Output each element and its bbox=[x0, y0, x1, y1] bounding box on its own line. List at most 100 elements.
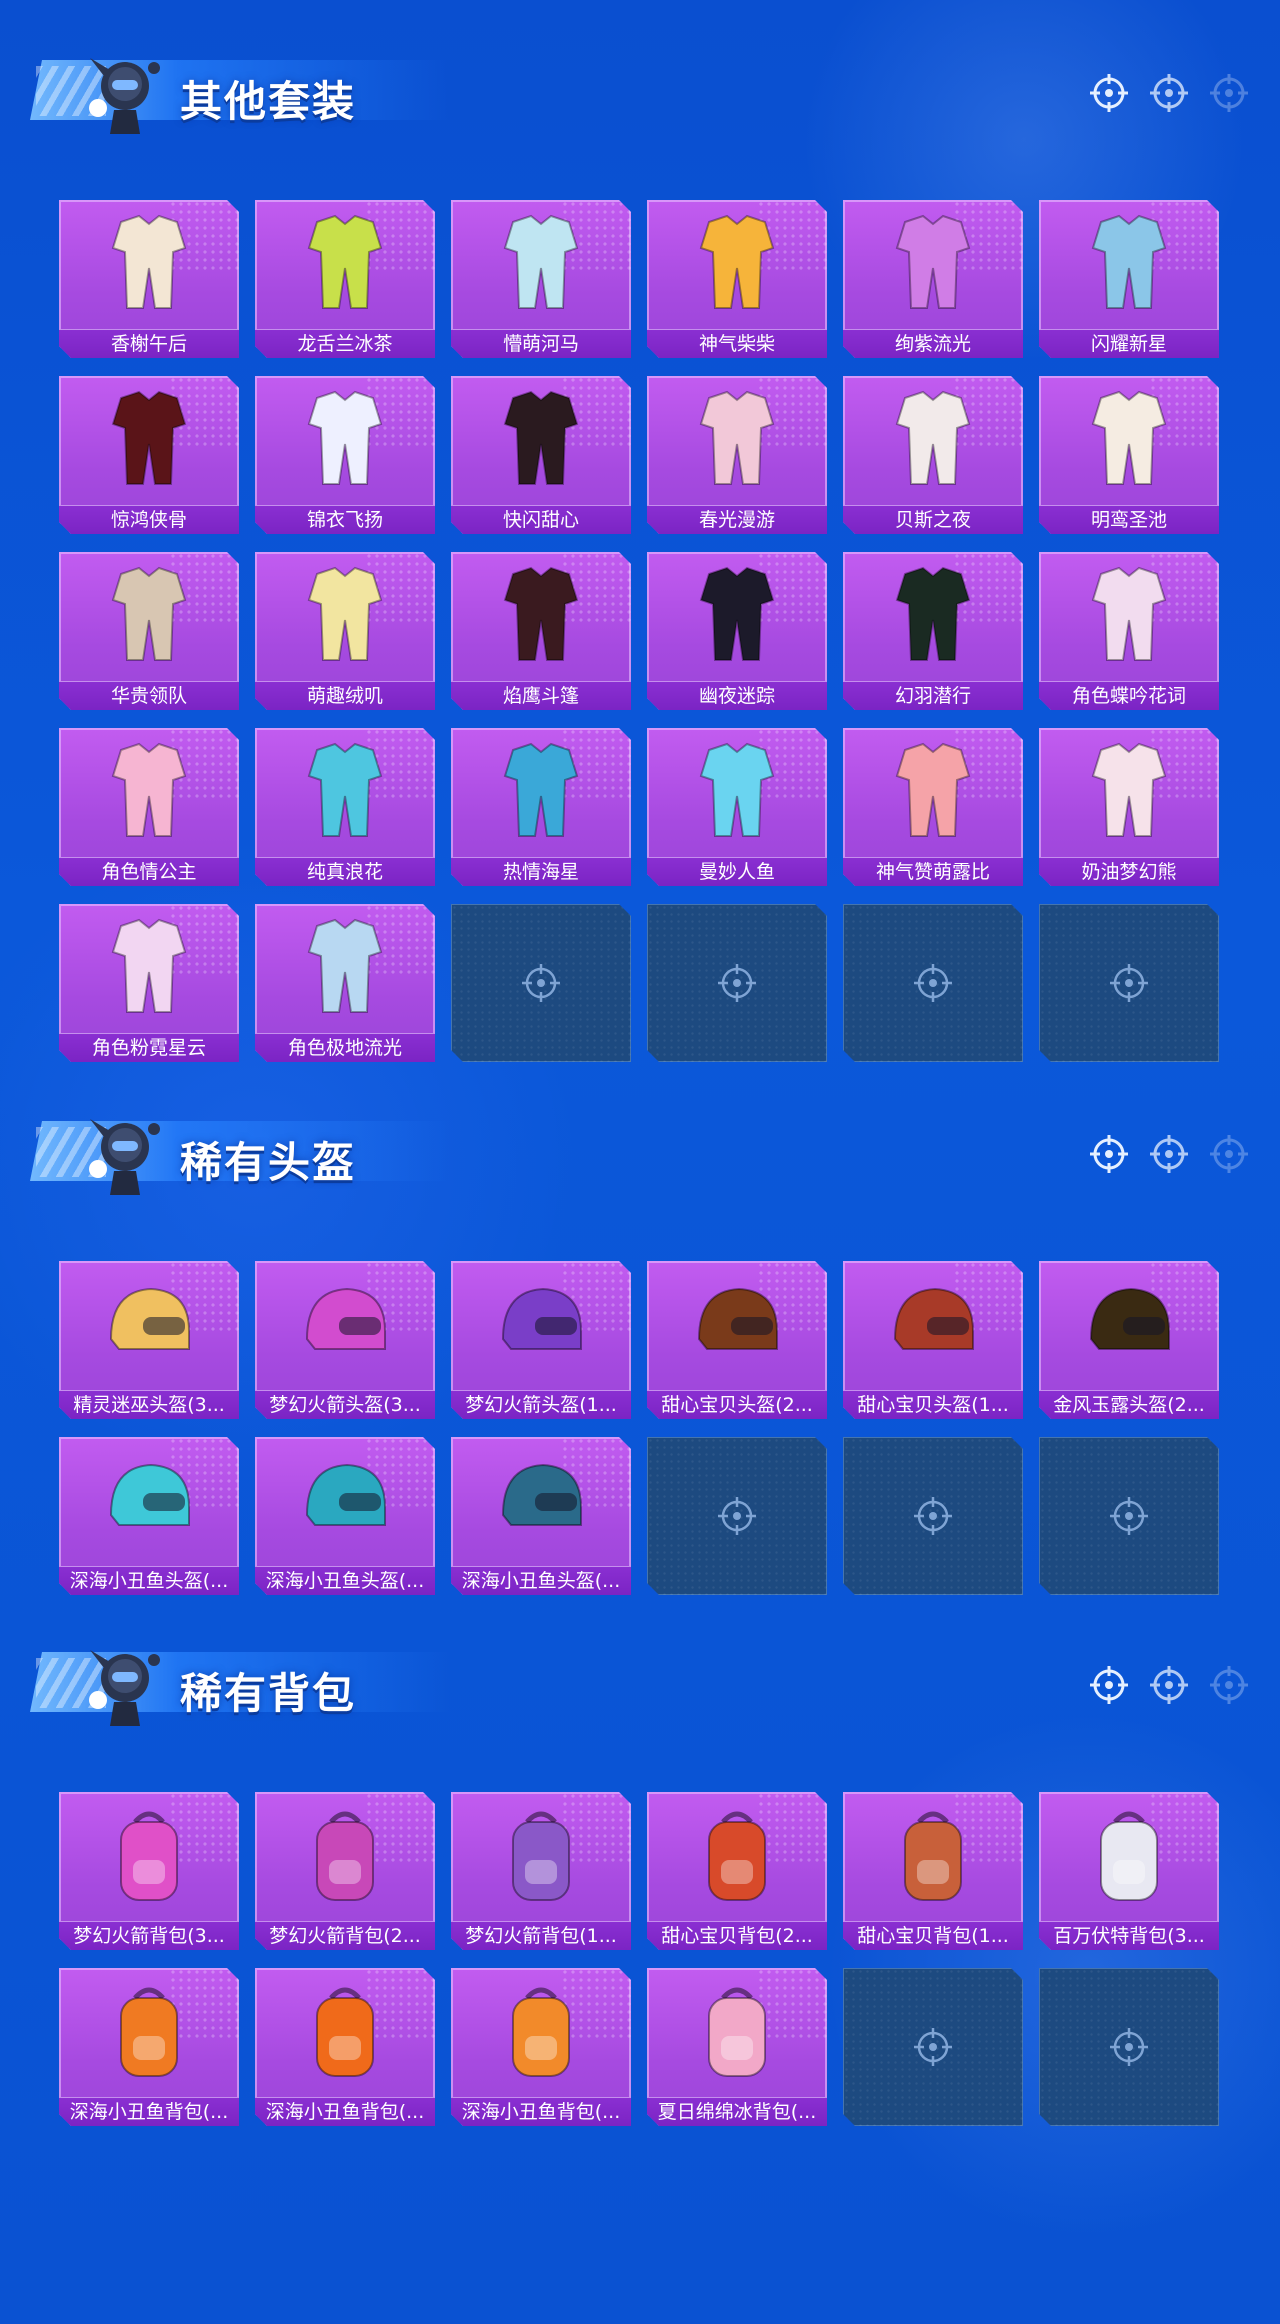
item-card-label: 锦衣飞扬 bbox=[255, 505, 435, 534]
item-card-label: 萌趣绒叽 bbox=[255, 681, 435, 710]
item-card-label: 神气赞萌露比 bbox=[843, 857, 1023, 886]
item-card[interactable]: 懵萌河马 bbox=[451, 200, 631, 358]
item-card[interactable]: 锦衣飞扬 bbox=[255, 376, 435, 534]
item-card[interactable]: 幽夜迷踪 bbox=[647, 552, 827, 710]
item-card[interactable]: 奶油梦幻熊 bbox=[1039, 728, 1219, 886]
outfit-icon bbox=[699, 214, 775, 309]
item-card[interactable]: 金风玉露头盔(2... bbox=[1039, 1261, 1219, 1419]
item-card-label: 梦幻火箭背包(3... bbox=[59, 1921, 239, 1950]
item-card[interactable]: 华贵领队 bbox=[59, 552, 239, 710]
outfit-icon bbox=[895, 742, 971, 837]
item-card[interactable]: 角色粉霓星云 bbox=[59, 904, 239, 1062]
section-other-outfits: 其他套装 香榭午后 龙舌兰冰茶 懵萌河马 神气柴柴 绚紫流光 闪耀新星 惊鸿侠骨 锦衣飞扬 快闪… bbox=[0, 30, 1280, 1062]
backpack-icon bbox=[120, 1987, 178, 2077]
helmet-icon bbox=[109, 1463, 190, 1526]
item-card[interactable]: 百万伏特背包(3... bbox=[1039, 1792, 1219, 1950]
item-card[interactable]: 闪耀新星 bbox=[1039, 200, 1219, 358]
section-title: 稀有背包 bbox=[180, 1669, 357, 1718]
item-card[interactable]: 精灵迷巫头盔(3... bbox=[59, 1261, 239, 1419]
item-card[interactable]: 梦幻火箭头盔(3... bbox=[255, 1261, 435, 1419]
reticle-icon bbox=[1150, 1135, 1188, 1173]
item-card[interactable]: 绚紫流光 bbox=[843, 200, 1023, 358]
empty-slot bbox=[1039, 1437, 1219, 1595]
item-card[interactable]: 春光漫游 bbox=[647, 376, 827, 534]
item-card[interactable]: 深海小丑鱼头盔(... bbox=[59, 1437, 239, 1595]
crosshair-icon bbox=[1110, 2028, 1148, 2066]
item-card[interactable]: 幻羽潜行 bbox=[843, 552, 1023, 710]
helmet-icon bbox=[501, 1287, 582, 1350]
item-card-label: 甜心宝贝背包(1... bbox=[843, 1921, 1023, 1950]
item-card[interactable]: 香榭午后 bbox=[59, 200, 239, 358]
item-card-label: 深海小丑鱼背包(... bbox=[59, 2097, 239, 2126]
item-card-label: 奶油梦幻熊 bbox=[1039, 857, 1219, 886]
item-card[interactable]: 角色极地流光 bbox=[255, 904, 435, 1062]
empty-slot bbox=[843, 904, 1023, 1062]
item-card-label: 惊鸿侠骨 bbox=[59, 505, 239, 534]
item-card-label: 神气柴柴 bbox=[647, 329, 827, 358]
item-card[interactable]: 快闪甜心 bbox=[451, 376, 631, 534]
item-card-label: 幻羽潜行 bbox=[843, 681, 1023, 710]
helmet-icon bbox=[501, 1463, 582, 1526]
item-card[interactable]: 焰鹰斗篷 bbox=[451, 552, 631, 710]
mascot-icon bbox=[89, 1650, 160, 1726]
outfit-icon bbox=[111, 918, 187, 1013]
item-card[interactable]: 深海小丑鱼背包(... bbox=[59, 1968, 239, 2126]
item-card[interactable]: 明鸾圣池 bbox=[1039, 376, 1219, 534]
item-card[interactable]: 夏日绵绵冰背包(... bbox=[647, 1968, 827, 2126]
item-card-label: 热情海星 bbox=[451, 857, 631, 886]
item-card-label: 金风玉露头盔(2... bbox=[1039, 1390, 1219, 1419]
outfit-icon bbox=[503, 390, 579, 485]
item-card[interactable]: 神气赞萌露比 bbox=[843, 728, 1023, 886]
item-card-label: 明鸾圣池 bbox=[1039, 505, 1219, 534]
item-card-label: 百万伏特背包(3... bbox=[1039, 1921, 1219, 1950]
item-card[interactable]: 梦幻火箭背包(1... bbox=[451, 1792, 631, 1950]
item-card-label: 角色极地流光 bbox=[255, 1033, 435, 1062]
helmet-icon bbox=[697, 1287, 778, 1350]
item-card-label: 曼妙人鱼 bbox=[647, 857, 827, 886]
outfit-icon bbox=[307, 742, 383, 837]
item-card-label: 幽夜迷踪 bbox=[647, 681, 827, 710]
outfit-icon bbox=[307, 390, 383, 485]
section-header: 稀有头盔 bbox=[0, 1091, 1280, 1211]
item-card[interactable]: 深海小丑鱼头盔(... bbox=[451, 1437, 631, 1595]
backpack-icon bbox=[708, 1987, 766, 2077]
item-card[interactable]: 角色蝶吟花词 bbox=[1039, 552, 1219, 710]
item-card[interactable]: 甜心宝贝头盔(1... bbox=[843, 1261, 1023, 1419]
reticle-icon bbox=[1210, 1666, 1248, 1704]
item-card-label: 梦幻火箭背包(1... bbox=[451, 1921, 631, 1950]
item-card[interactable]: 热情海星 bbox=[451, 728, 631, 886]
item-card[interactable]: 纯真浪花 bbox=[255, 728, 435, 886]
crosshair-icon bbox=[1110, 1497, 1148, 1535]
item-card[interactable]: 萌趣绒叽 bbox=[255, 552, 435, 710]
item-card[interactable]: 梦幻火箭背包(2... bbox=[255, 1792, 435, 1950]
item-card[interactable]: 角色情公主 bbox=[59, 728, 239, 886]
outfit-icon bbox=[307, 566, 383, 661]
crosshair-icon bbox=[914, 2028, 952, 2066]
reticle-icon bbox=[1210, 1135, 1248, 1173]
item-card[interactable]: 甜心宝贝头盔(2... bbox=[647, 1261, 827, 1419]
item-card[interactable]: 深海小丑鱼背包(... bbox=[255, 1968, 435, 2126]
item-card[interactable]: 梦幻火箭头盔(1... bbox=[451, 1261, 631, 1419]
item-card-label: 深海小丑鱼背包(... bbox=[451, 2097, 631, 2126]
item-card-label: 角色情公主 bbox=[59, 857, 239, 886]
backpack-icon bbox=[512, 1811, 570, 1901]
reticle-icon bbox=[1150, 1666, 1188, 1704]
item-card[interactable]: 惊鸿侠骨 bbox=[59, 376, 239, 534]
empty-slot bbox=[843, 1968, 1023, 2126]
item-card[interactable]: 深海小丑鱼背包(... bbox=[451, 1968, 631, 2126]
item-card[interactable]: 神气柴柴 bbox=[647, 200, 827, 358]
item-card[interactable]: 梦幻火箭背包(3... bbox=[59, 1792, 239, 1950]
crosshair-icon bbox=[522, 964, 560, 1002]
backpack-icon bbox=[1100, 1811, 1158, 1901]
item-card[interactable]: 甜心宝贝背包(2... bbox=[647, 1792, 827, 1950]
empty-slot bbox=[843, 1437, 1023, 1595]
item-card[interactable]: 甜心宝贝背包(1... bbox=[843, 1792, 1023, 1950]
item-card[interactable]: 深海小丑鱼头盔(... bbox=[255, 1437, 435, 1595]
item-card-label: 深海小丑鱼头盔(... bbox=[451, 1566, 631, 1595]
item-card[interactable]: 贝斯之夜 bbox=[843, 376, 1023, 534]
outfit-icon bbox=[1091, 742, 1167, 837]
item-card[interactable]: 龙舌兰冰茶 bbox=[255, 200, 435, 358]
crosshair-icon bbox=[1110, 964, 1148, 1002]
item-card[interactable]: 曼妙人鱼 bbox=[647, 728, 827, 886]
outfit-icon bbox=[111, 214, 187, 309]
